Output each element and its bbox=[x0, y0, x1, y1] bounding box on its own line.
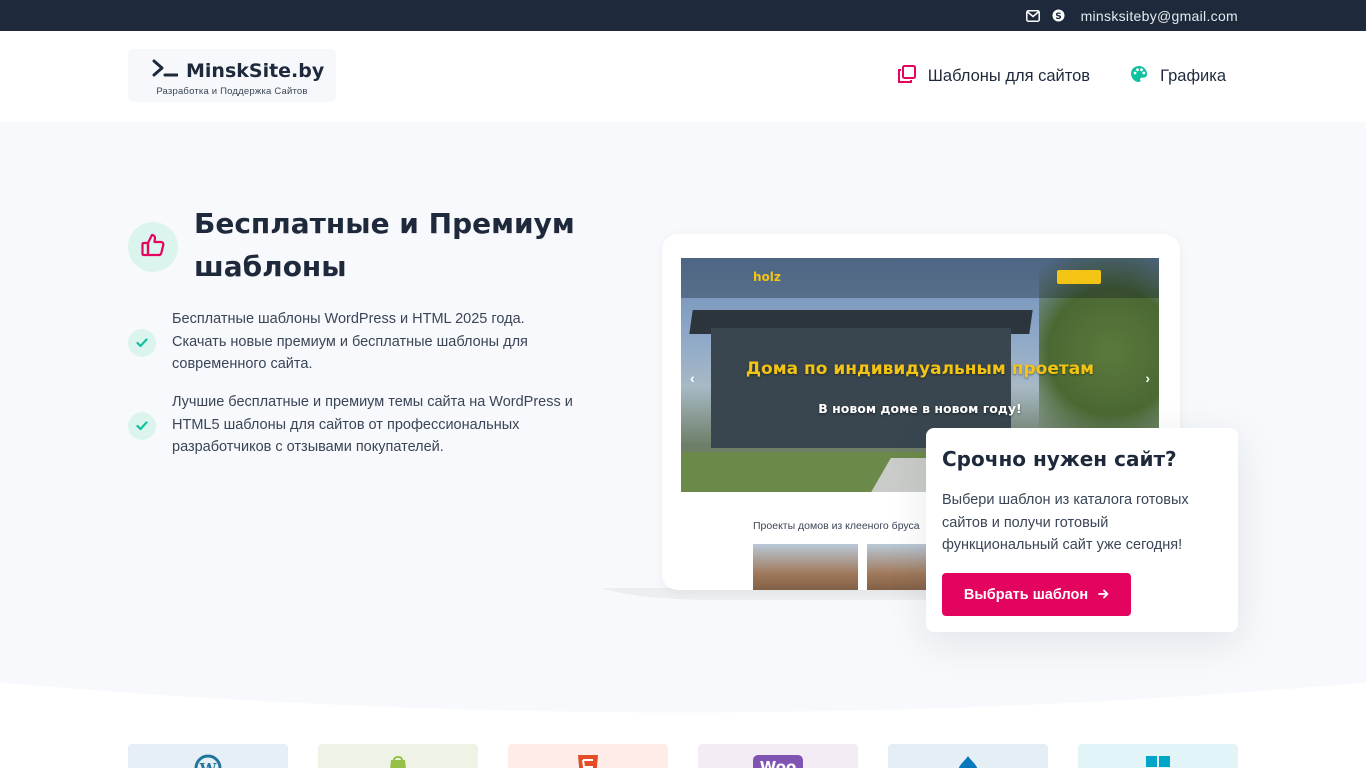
cta-card-title: Срочно нужен сайт? bbox=[942, 447, 1177, 471]
nav-item-label: Графика bbox=[1160, 67, 1226, 85]
top-bar: S minsksiteby@gmail.com bbox=[0, 0, 1366, 31]
hero-title: Бесплатные и Премиум шаблоны bbox=[194, 207, 575, 283]
hero-bullet-text: Бесплатные шаблоны WordPress и HTML 2025… bbox=[172, 311, 528, 372]
platform-tile-drupal[interactable] bbox=[888, 744, 1048, 768]
mockup-thumbnail bbox=[753, 544, 858, 590]
svg-text:S: S bbox=[1055, 12, 1061, 22]
thumbs-up-icon bbox=[140, 232, 166, 263]
contact-email[interactable]: minsksiteby@gmail.com bbox=[1081, 8, 1238, 24]
nav-item-graphics[interactable]: Графика bbox=[1130, 65, 1226, 88]
mockup-brand: holz bbox=[753, 270, 781, 284]
nav-item-templates[interactable]: Шаблоны для сайтов bbox=[897, 65, 1091, 88]
platform-tile-shopify[interactable] bbox=[318, 744, 478, 768]
envelope-icon[interactable] bbox=[1025, 8, 1041, 24]
main-nav: Шаблоны для сайтов Графика bbox=[897, 65, 1226, 88]
platform-tile-wordpress[interactable]: W bbox=[128, 744, 288, 768]
mockup-section-title: Проекты домов из клееного бруса bbox=[753, 520, 920, 532]
logo-name: MinskSite.by bbox=[186, 59, 325, 82]
site-logo[interactable]: MinskSite.by Разработка и Поддержка Сайт… bbox=[128, 49, 336, 102]
mockup-subheadline: В новом доме в новом году! bbox=[818, 401, 1022, 416]
html5-icon bbox=[577, 754, 599, 768]
hero-badge bbox=[128, 222, 178, 272]
palette-icon bbox=[1130, 65, 1148, 88]
svg-text:Woo: Woo bbox=[760, 758, 797, 768]
hero-bottom-curve bbox=[0, 682, 1366, 722]
svg-text:W: W bbox=[199, 760, 218, 768]
mockup-cta bbox=[1057, 270, 1101, 284]
shopify-icon bbox=[386, 754, 410, 768]
mockup-headline: Дома по индивидуальным проетам bbox=[745, 359, 1095, 379]
logo-tagline: Разработка и Поддержка Сайтов bbox=[156, 86, 308, 97]
choose-template-label: Выбрать шаблон bbox=[963, 586, 1089, 603]
terminal-prompt-icon bbox=[152, 58, 179, 83]
platform-tile-woocommerce[interactable]: Woo bbox=[698, 744, 858, 768]
skype-icon[interactable]: S bbox=[1051, 8, 1067, 24]
woocommerce-icon: Woo bbox=[752, 754, 804, 768]
drupal-icon bbox=[956, 754, 980, 768]
logo-main: MinskSite.by bbox=[152, 58, 324, 83]
site-header: MinskSite.by Разработка и Поддержка Сайт… bbox=[0, 31, 1366, 122]
cta-card: Срочно нужен сайт? Выбери шаблон из ката… bbox=[926, 428, 1238, 632]
platform-tile-html5[interactable] bbox=[508, 744, 668, 768]
hero-bullet-text: Лучшие бесплатные и премиум темы сайта н… bbox=[172, 394, 573, 455]
check-icon bbox=[128, 412, 156, 440]
check-icon bbox=[128, 329, 156, 357]
copy-icon bbox=[897, 65, 916, 88]
windows-icon bbox=[1144, 754, 1172, 768]
arrow-right-icon bbox=[1098, 587, 1109, 603]
platform-tile-windows[interactable] bbox=[1078, 744, 1238, 768]
wordpress-icon: W bbox=[194, 754, 222, 768]
nav-item-label: Шаблоны для сайтов bbox=[927, 67, 1091, 85]
choose-template-button[interactable]: Выбрать шаблон bbox=[942, 573, 1131, 616]
top-bar-contacts: S minsksiteby@gmail.com bbox=[1025, 0, 1238, 31]
cta-card-text: Выбери шаблон из каталога готовых сайтов… bbox=[942, 492, 1189, 553]
